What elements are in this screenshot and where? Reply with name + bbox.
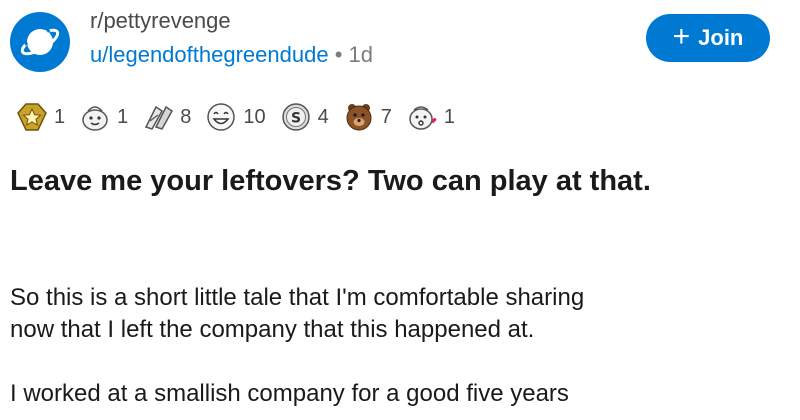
- award-item[interactable]: 1: [79, 101, 128, 133]
- meta-separator: •: [334, 42, 343, 67]
- wholesome-face-icon: [82, 106, 108, 131]
- award-count: 4: [317, 105, 329, 128]
- svg-text:S: S: [291, 111, 301, 127]
- award-count: 10: [243, 105, 266, 128]
- award-count: 1: [54, 105, 66, 128]
- award-count: 1: [117, 105, 129, 128]
- paragraph-line: So this is a short little tale that I'm …: [10, 284, 585, 311]
- paragraph-line: now that I left the company that this ha…: [10, 316, 535, 343]
- post-meta: r/pettyrevenge u/legendofthegreendude • …: [90, 8, 373, 70]
- join-button-label: Join: [698, 25, 744, 50]
- award-item[interactable]: 10: [205, 101, 266, 133]
- laughing-face-icon: [207, 103, 236, 131]
- award-count: 7: [380, 105, 392, 128]
- join-button[interactable]: + Join: [646, 14, 770, 62]
- blowing-kiss-icon: [409, 106, 437, 130]
- helpful-hands-icon: [145, 105, 174, 130]
- subreddit-avatar[interactable]: [10, 12, 70, 72]
- award-item[interactable]: S 4: [280, 101, 329, 133]
- award-item[interactable]: 7: [343, 101, 392, 133]
- bear-icon: [346, 104, 372, 131]
- silver-coin-icon: S: [281, 103, 310, 131]
- subreddit-name[interactable]: r/pettyrevenge: [90, 8, 373, 34]
- award-item[interactable]: 8: [142, 101, 191, 133]
- plus-icon: +: [672, 19, 691, 53]
- award-item[interactable]: 1: [406, 101, 455, 133]
- post-body-paragraph: So this is a short little tale that I'm …: [10, 282, 790, 346]
- award-item[interactable]: 1: [16, 101, 65, 133]
- planet-icon: [20, 24, 60, 56]
- awards-bar[interactable]: 1 1 8 10 S 4 7 1: [16, 92, 469, 142]
- post-age: 1d: [348, 42, 373, 67]
- author-line: u/legendofthegreendude • 1d: [90, 40, 373, 70]
- paragraph-line: I worked at a smallish company for a goo…: [10, 380, 569, 407]
- post-title[interactable]: Leave me your leftovers? Two can play at…: [10, 162, 780, 201]
- username-link[interactable]: u/legendofthegreendude: [90, 42, 329, 67]
- award-count: 1: [443, 105, 455, 128]
- post-header: r/pettyrevenge u/legendofthegreendude • …: [10, 4, 790, 74]
- post-body-paragraph: I worked at a smallish company for a goo…: [10, 378, 790, 410]
- award-count: 8: [180, 105, 192, 128]
- star-badge-icon: [17, 103, 47, 131]
